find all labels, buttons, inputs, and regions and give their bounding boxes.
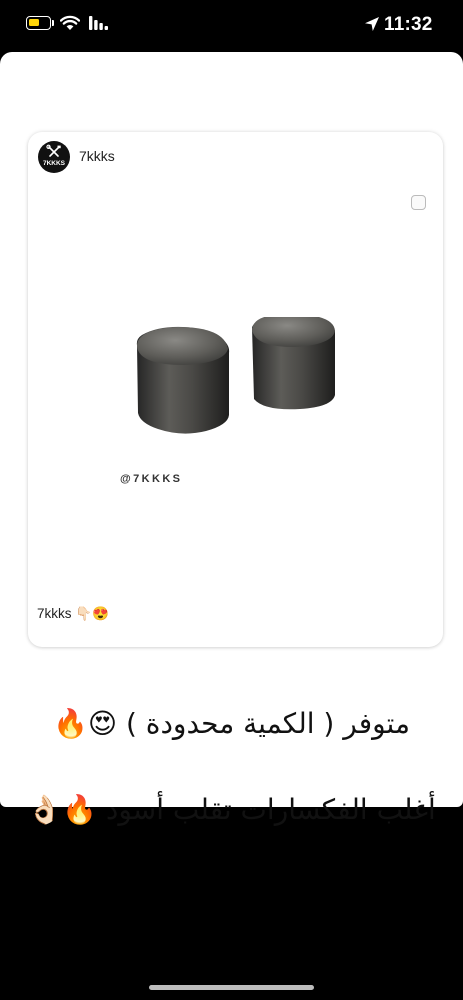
story-text-line-2: أغلب الفكسارات تقلب أسود 🔥👌🏻 xyxy=(27,793,436,826)
wifi-icon xyxy=(60,15,80,30)
cellular-signal-icon xyxy=(89,16,108,30)
tools-logo-icon: 7KKKS xyxy=(43,144,66,167)
image-watermark: @7KKKS xyxy=(120,473,183,485)
location-arrow-icon xyxy=(365,17,379,31)
avatar-logo-text: 7KKKS xyxy=(43,160,66,167)
story-text-line-1: متوفر ( الكمية محدودة ) 😍🔥 xyxy=(53,707,410,740)
battery-icon xyxy=(26,16,51,30)
product-image[interactable] xyxy=(128,317,358,452)
status-time: 11:32 xyxy=(384,14,433,35)
battery-tip xyxy=(52,20,54,26)
battery-level-fill xyxy=(29,19,39,26)
home-indicator[interactable] xyxy=(149,985,314,990)
avatar[interactable]: 7KKKS xyxy=(38,141,70,173)
story-card[interactable]: 7KKKS 7kkks @7KKKS 7kkks 👇🏻😍 متوفر (الك… xyxy=(0,52,463,826)
select-checkbox[interactable] xyxy=(411,195,426,210)
post-username[interactable]: 7kkks xyxy=(79,148,115,164)
left-cap xyxy=(136,326,230,434)
shared-post-card[interactable]: 7KKKS 7kkks @7KKKS 7kkks 👇🏻😍 xyxy=(28,132,443,647)
right-cap xyxy=(252,317,335,410)
status-bar: 11:32 xyxy=(0,0,463,52)
post-caption: 7kkks 👇🏻😍 xyxy=(37,606,109,621)
